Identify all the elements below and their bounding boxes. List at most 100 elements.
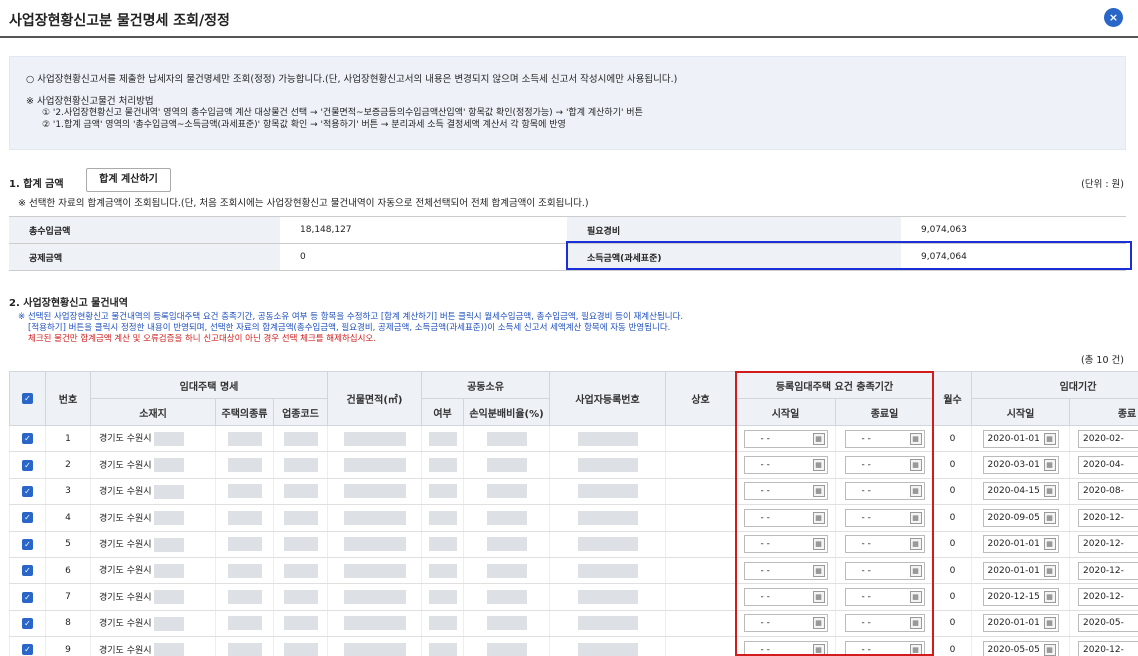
row-rent-start[interactable]: 2020-04-15 ▦: [971, 478, 1070, 506]
row-req-start[interactable]: - - ▦: [735, 504, 836, 532]
check-icon[interactable]: ✓: [22, 617, 33, 629]
calendar-icon[interactable]: ▦: [1043, 643, 1056, 656]
row-joint-yn[interactable]: [421, 531, 464, 558]
row-checkbox[interactable]: ✓: [9, 478, 46, 506]
calendar-icon[interactable]: ▦: [909, 432, 922, 445]
req-end-date-input[interactable]: - - ▦: [844, 508, 925, 527]
select-all-checkbox[interactable]: ✓: [9, 371, 46, 426]
calendar-icon[interactable]: ▦: [1043, 538, 1056, 551]
req-start-date-input[interactable]: - - ▦: [743, 561, 828, 580]
calendar-icon[interactable]: ▦: [909, 485, 922, 498]
req-start-date-input[interactable]: - - ▦: [743, 640, 828, 656]
row-req-end[interactable]: - - ▦: [835, 531, 934, 558]
row-area[interactable]: [327, 531, 422, 558]
row-ratio[interactable]: [463, 531, 550, 558]
check-icon[interactable]: ✓: [22, 485, 33, 497]
row-ratio[interactable]: [463, 451, 550, 479]
row-req-end[interactable]: - - ▦: [835, 504, 934, 532]
rent-end-date-input[interactable]: 2020-12-: [1078, 535, 1138, 554]
close-icon[interactable]: ×: [1104, 8, 1123, 27]
calendar-icon[interactable]: ▦: [1043, 459, 1056, 472]
req-start-date-input[interactable]: - - ▦: [743, 588, 828, 607]
calendar-icon[interactable]: ▦: [812, 432, 825, 445]
row-rent-start[interactable]: 2020-01-01 ▦: [971, 531, 1070, 558]
row-rent-end[interactable]: 2020-02-: [1069, 425, 1138, 453]
rent-end-date-input[interactable]: 2020-08-: [1078, 482, 1138, 501]
check-icon[interactable]: ✓: [22, 459, 33, 471]
req-start-date-input[interactable]: - - ▦: [743, 535, 828, 554]
calendar-icon[interactable]: ▦: [909, 617, 922, 630]
row-checkbox[interactable]: ✓: [9, 557, 46, 585]
calendar-icon[interactable]: ▦: [909, 643, 922, 656]
row-ratio[interactable]: [463, 610, 550, 638]
row-rent-end[interactable]: 2020-04-: [1069, 451, 1138, 479]
req-start-date-input[interactable]: - - ▦: [743, 482, 828, 501]
rent-start-date-input[interactable]: 2020-01-01 ▦: [982, 561, 1059, 580]
req-start-date-input[interactable]: - - ▦: [743, 614, 828, 633]
req-end-date-input[interactable]: - - ▦: [844, 640, 925, 656]
row-rent-end[interactable]: 2020-05-: [1069, 610, 1138, 638]
row-checkbox[interactable]: ✓: [9, 583, 46, 611]
row-req-start[interactable]: - - ▦: [735, 531, 836, 558]
row-req-end[interactable]: - - ▦: [835, 557, 934, 585]
row-rent-start[interactable]: 2020-05-05 ▦: [971, 636, 1070, 656]
row-area[interactable]: [327, 610, 422, 638]
row-area[interactable]: [327, 557, 422, 585]
row-joint-yn[interactable]: [421, 504, 464, 532]
row-rent-end[interactable]: 2020-12-: [1069, 636, 1138, 656]
row-checkbox[interactable]: ✓: [9, 451, 46, 479]
row-req-end[interactable]: - - ▦: [835, 478, 934, 506]
rent-start-date-input[interactable]: 2020-01-01 ▦: [982, 535, 1059, 554]
req-end-date-input[interactable]: - - ▦: [844, 561, 925, 580]
calendar-icon[interactable]: ▦: [909, 591, 922, 604]
rent-start-date-input[interactable]: 2020-04-15 ▦: [982, 482, 1059, 501]
req-start-date-input[interactable]: - - ▦: [743, 429, 828, 448]
req-end-date-input[interactable]: - - ▦: [844, 482, 925, 501]
calendar-icon[interactable]: ▦: [1043, 485, 1056, 498]
row-rent-start[interactable]: 2020-03-01 ▦: [971, 451, 1070, 479]
row-req-end[interactable]: - - ▦: [835, 636, 934, 656]
calendar-icon[interactable]: ▦: [909, 538, 922, 551]
row-rent-start[interactable]: 2020-09-05 ▦: [971, 504, 1070, 532]
row-req-end[interactable]: - - ▦: [835, 610, 934, 638]
row-area[interactable]: [327, 636, 422, 656]
row-req-start[interactable]: - - ▦: [735, 425, 836, 453]
rent-end-date-input[interactable]: 2020-04-: [1078, 456, 1138, 475]
row-req-start[interactable]: - - ▦: [735, 478, 836, 506]
calendar-icon[interactable]: ▦: [812, 591, 825, 604]
row-rent-start[interactable]: 2020-01-01 ▦: [971, 610, 1070, 638]
calculate-total-button[interactable]: 합계 계산하기: [86, 168, 171, 192]
rent-start-date-input[interactable]: 2020-01-01 ▦: [982, 614, 1059, 633]
row-rent-end[interactable]: 2020-12-: [1069, 531, 1138, 558]
row-joint-yn[interactable]: [421, 557, 464, 585]
row-ratio[interactable]: [463, 504, 550, 532]
row-rent-end[interactable]: 2020-12-: [1069, 583, 1138, 611]
rent-end-date-input[interactable]: 2020-05-: [1078, 614, 1138, 633]
row-ratio[interactable]: [463, 557, 550, 585]
row-req-end[interactable]: - - ▦: [835, 425, 934, 453]
rent-end-date-input[interactable]: 2020-12-: [1078, 508, 1138, 527]
row-req-start[interactable]: - - ▦: [735, 636, 836, 656]
row-rent-start[interactable]: 2020-01-01 ▦: [971, 425, 1070, 453]
row-rent-end[interactable]: 2020-12-: [1069, 557, 1138, 585]
calendar-icon[interactable]: ▦: [1043, 511, 1056, 524]
row-req-start[interactable]: - - ▦: [735, 610, 836, 638]
calendar-icon[interactable]: ▦: [812, 564, 825, 577]
row-joint-yn[interactable]: [421, 636, 464, 656]
calendar-icon[interactable]: ▦: [812, 538, 825, 551]
req-end-date-input[interactable]: - - ▦: [844, 614, 925, 633]
rent-start-date-input[interactable]: 2020-09-05 ▦: [982, 508, 1059, 527]
rent-start-date-input[interactable]: 2020-05-05 ▦: [982, 640, 1059, 656]
req-end-date-input[interactable]: - - ▦: [844, 429, 925, 448]
calendar-icon[interactable]: ▦: [909, 564, 922, 577]
row-checkbox[interactable]: ✓: [9, 425, 46, 453]
row-checkbox[interactable]: ✓: [9, 610, 46, 638]
row-rent-end[interactable]: 2020-08-: [1069, 478, 1138, 506]
row-joint-yn[interactable]: [421, 583, 464, 611]
calendar-icon[interactable]: ▦: [1043, 617, 1056, 630]
row-rent-end[interactable]: 2020-12-: [1069, 504, 1138, 532]
row-rent-start[interactable]: 2020-12-15 ▦: [971, 583, 1070, 611]
row-ratio[interactable]: [463, 425, 550, 453]
row-checkbox[interactable]: ✓: [9, 636, 46, 656]
check-icon[interactable]: ✓: [22, 591, 33, 603]
